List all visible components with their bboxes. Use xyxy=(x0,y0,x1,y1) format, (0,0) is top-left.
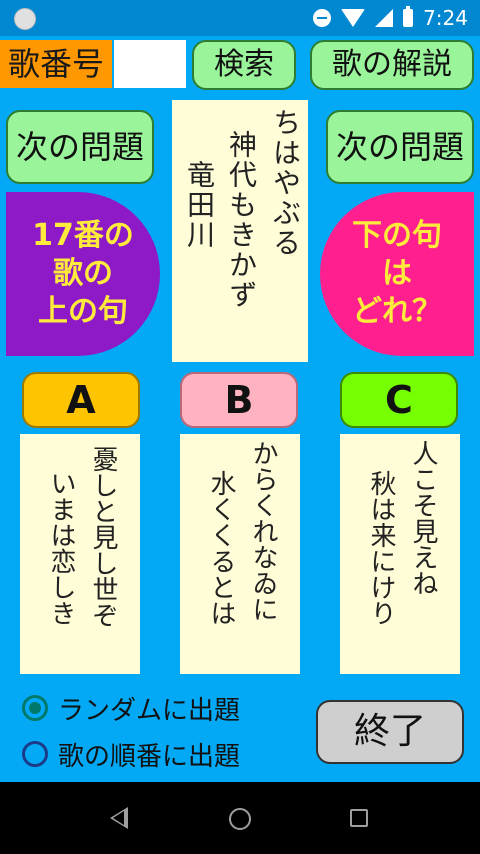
random-mode-radio[interactable] xyxy=(22,695,48,721)
app-screen: 歌番号 検索 歌の解説 次の問題 次の問題 ちはやぶる 神代もきかず 竜田川 1… xyxy=(0,36,480,782)
battery-icon xyxy=(403,6,414,27)
question-prompt-line-2: は xyxy=(382,256,412,291)
option-b-line-1: からくれなゐに xyxy=(248,440,278,622)
sequential-mode-label: 歌の順番に出題 xyxy=(58,741,241,772)
poem-upper-line-2: 神代もきかず xyxy=(225,130,258,310)
question-prompt-badge: 下の句 は どれ？ xyxy=(320,192,474,356)
option-a-card[interactable]: 憂しと見し世ぞ いまは恋しき xyxy=(20,434,140,674)
question-info-line-2: 歌の xyxy=(53,256,113,291)
option-b-button[interactable]: B xyxy=(180,372,298,428)
search-button[interactable]: 検索 xyxy=(192,40,296,90)
option-c-card[interactable]: 人こそ見えね 秋は来にけり xyxy=(340,434,460,674)
question-info-line-1: 17番の xyxy=(32,218,134,253)
do-not-disturb-icon xyxy=(313,9,332,27)
sequential-mode-radio[interactable] xyxy=(22,741,48,767)
end-button[interactable]: 終了 xyxy=(316,700,464,764)
question-info-badge: 17番の 歌の 上の句 xyxy=(6,192,160,356)
poem-upper-line-3: 竜田川 xyxy=(183,160,216,250)
wifi-icon xyxy=(341,9,366,27)
option-b-card[interactable]: からくれなゐに 水くくるとは xyxy=(180,434,300,674)
random-mode-label: ランダムに出題 xyxy=(58,695,241,726)
question-prompt-line-1: 下の句 xyxy=(352,218,442,253)
question-prompt-line-3: どれ？ xyxy=(352,294,442,329)
option-c-line-1: 人こそ見えね xyxy=(408,440,438,596)
poem-number-label: 歌番号 xyxy=(0,40,112,88)
navigation-bar xyxy=(0,782,480,854)
option-a-line-1: 憂しと見し世ぞ xyxy=(88,446,118,628)
option-a-line-2: いまは恋しき xyxy=(46,470,76,626)
option-c-line-2: 秋は来にけり xyxy=(366,470,396,626)
signal-icon xyxy=(375,9,394,27)
sequential-mode-option[interactable]: 歌の順番に出題 xyxy=(22,734,240,774)
option-c-button[interactable]: C xyxy=(340,372,458,428)
status-time: 7:24 xyxy=(423,6,468,30)
home-icon[interactable] xyxy=(229,808,251,830)
poem-upper-card: ちはやぶる 神代もきかず 竜田川 xyxy=(172,100,308,362)
next-question-button-right[interactable]: 次の問題 xyxy=(326,110,474,184)
next-question-button-left[interactable]: 次の問題 xyxy=(6,110,154,184)
option-a-button[interactable]: A xyxy=(22,372,140,428)
option-b-line-2: 水くくるとは xyxy=(206,470,236,626)
status-icons: 7:24 xyxy=(313,6,468,30)
notification-icon xyxy=(14,8,36,30)
poem-upper-line-1: ちはやぶる xyxy=(269,108,302,258)
poem-explanation-button[interactable]: 歌の解説 xyxy=(310,40,474,90)
recent-apps-icon[interactable] xyxy=(350,809,368,827)
status-bar: 7:24 xyxy=(0,0,480,36)
poem-number-input[interactable] xyxy=(114,40,186,88)
question-info-line-3: 上の句 xyxy=(38,294,128,329)
random-mode-option[interactable]: ランダムに出題 xyxy=(22,688,240,728)
back-icon[interactable] xyxy=(110,807,128,829)
